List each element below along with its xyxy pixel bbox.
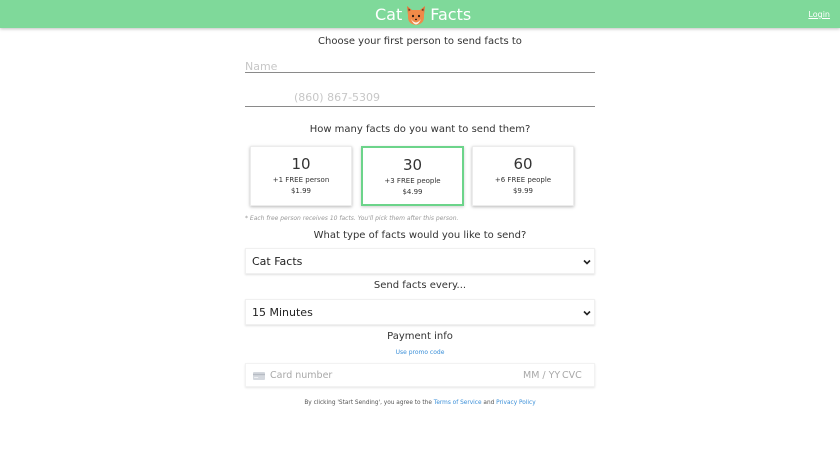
terms-notice: By clicking 'Start Sending', you agree t… (0, 400, 840, 406)
plan-free-people: +6 FREE people (494, 176, 552, 184)
phone-field-wrapper (245, 89, 595, 107)
plan-options: 10 +1 FREE person $1.99 30 +3 FREE peopl… (250, 146, 575, 206)
plan-option-30[interactable]: 30 +3 FREE people $4.99 (361, 146, 464, 206)
privacy-policy-link[interactable]: Privacy Policy (496, 400, 536, 406)
login-link[interactable]: Login (808, 10, 830, 19)
terms-prefix: By clicking 'Start Sending', you agree t… (304, 400, 432, 406)
plan-free-people: +3 FREE people (384, 177, 441, 185)
terms-of-service-link[interactable]: Terms of Service (434, 400, 482, 406)
plan-price: $1.99 (290, 187, 312, 195)
credit-card-icon (253, 372, 265, 380)
brand-logo[interactable]: Cat Facts (375, 2, 471, 26)
frequency-value: 15 Minutes (252, 306, 313, 319)
plan-option-60[interactable]: 60 +6 FREE people $9.99 (472, 146, 574, 206)
chevron-down-icon (583, 310, 591, 316)
fact-type-value: Cat Facts (252, 255, 303, 268)
fact-type-select[interactable]: Cat Facts (245, 248, 595, 274)
name-input[interactable] (245, 58, 595, 75)
payment-heading: Payment info (387, 331, 453, 342)
brand-title-cat: Cat (375, 4, 403, 24)
plan-count: 10 (291, 155, 311, 173)
brand-title-facts: Facts (430, 4, 472, 24)
plan-price: $9.99 (512, 187, 534, 195)
card-cvc-placeholder: CVC (562, 370, 582, 381)
name-field-wrapper (245, 55, 595, 75)
card-expiry-placeholder: MM / YY (523, 370, 561, 381)
fact-type-heading: What type of facts would you like to sen… (313, 230, 527, 241)
plan-count: 60 (513, 155, 533, 173)
phone-input[interactable] (294, 89, 594, 106)
plan-option-10[interactable]: 10 +1 FREE person $1.99 (250, 146, 352, 206)
free-people-note: * Each free person receives 10 facts. Yo… (245, 215, 459, 222)
recipient-heading: Choose your first person to send facts t… (318, 36, 522, 47)
top-bar: Cat Facts Login (0, 0, 840, 28)
frequency-heading: Send facts every... (373, 280, 467, 291)
plan-count: 30 (402, 156, 423, 174)
plan-free-people: +1 FREE person (272, 176, 330, 184)
frequency-select[interactable]: 15 Minutes (245, 299, 595, 325)
fox-cat-face-icon (407, 6, 426, 25)
card-number-placeholder: Card number (270, 370, 333, 381)
card-input[interactable]: Card number MM / YY CVC (245, 363, 595, 387)
terms-and: and (483, 400, 495, 406)
promo-code-link[interactable]: Use promo code (0, 349, 840, 356)
chevron-down-icon (583, 259, 591, 265)
plan-price: $4.99 (402, 188, 423, 196)
plans-heading: How many facts do you want to send them? (309, 124, 531, 135)
